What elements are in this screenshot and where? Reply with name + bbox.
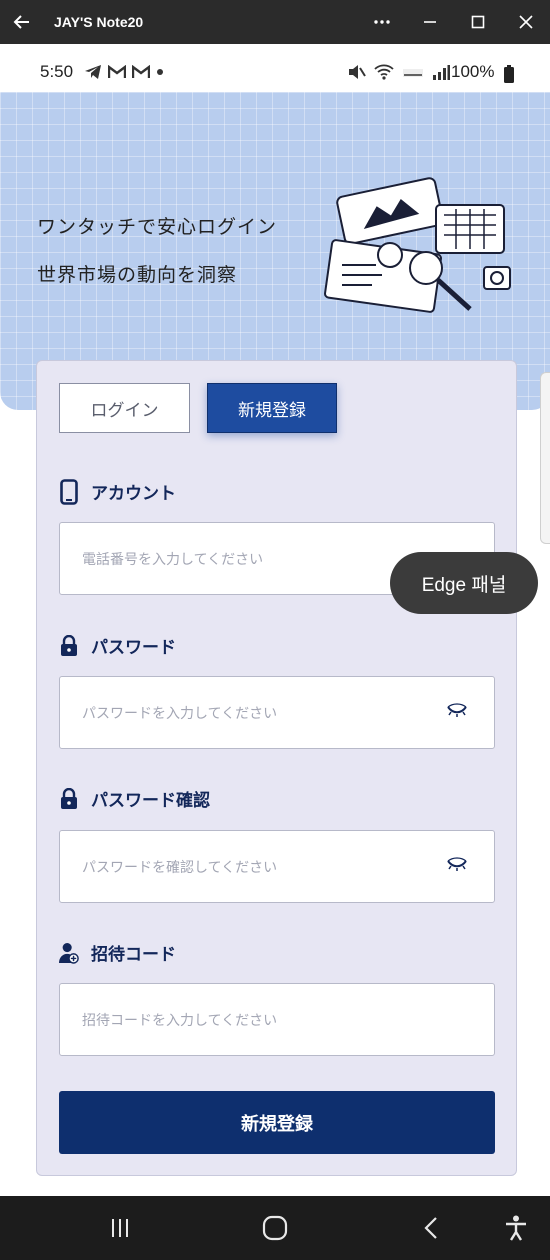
account-placeholder: 電話番号を入力してください bbox=[82, 551, 264, 568]
more-icon bbox=[374, 20, 390, 24]
battery-icon bbox=[504, 65, 514, 83]
password-placeholder: パスワードを入力してください bbox=[82, 705, 278, 722]
account-label: アカウント bbox=[59, 478, 176, 505]
battery-level: 100% bbox=[451, 62, 495, 81]
minimize-button[interactable] bbox=[406, 0, 454, 44]
window-back-button[interactable] bbox=[0, 0, 44, 44]
wifi-icon bbox=[374, 64, 394, 80]
password-label: パスワード bbox=[59, 633, 176, 658]
gmail-icon bbox=[108, 65, 126, 78]
register-submit-button[interactable]: 新規登録 bbox=[59, 1091, 495, 1154]
mute-icon bbox=[349, 65, 366, 79]
nav-back-icon bbox=[424, 1217, 437, 1239]
close-button[interactable] bbox=[502, 0, 550, 44]
status-time: 5:50 bbox=[40, 62, 74, 81]
home-icon bbox=[262, 1215, 288, 1241]
window-title-bar: JAY'S Note20 bbox=[0, 0, 550, 44]
tab-login[interactable]: ログイン bbox=[59, 383, 190, 433]
accessibility-button[interactable] bbox=[498, 1212, 534, 1244]
password-confirm-label: パスワード確認 bbox=[59, 786, 210, 811]
navigation-bar bbox=[0, 1196, 550, 1260]
recents-button[interactable] bbox=[102, 1212, 138, 1244]
close-icon bbox=[519, 15, 533, 29]
more-button[interactable] bbox=[358, 0, 406, 44]
invite-code-input[interactable]: 招待コードを入力してください bbox=[59, 983, 495, 1056]
eye-closed-icon[interactable] bbox=[446, 857, 468, 871]
register-card: ログイン 新規登録 アカウント 電話番号を入力してください パスワード パスワー… bbox=[36, 360, 517, 1176]
arrow-left-icon bbox=[13, 15, 29, 29]
accessibility-icon bbox=[506, 1215, 526, 1241]
maximize-button[interactable] bbox=[454, 0, 502, 44]
volte-icon bbox=[403, 69, 423, 77]
telegram-icon bbox=[85, 65, 101, 79]
eye-closed-icon[interactable] bbox=[446, 703, 468, 717]
invite-label: 招待コード bbox=[59, 940, 176, 965]
phone-icon bbox=[59, 478, 79, 505]
invite-label-text: 招待コード bbox=[91, 945, 176, 965]
status-bar: 5:50 100% bbox=[0, 44, 550, 92]
dot-icon bbox=[157, 69, 163, 75]
hero-headline: ワンタッチで安心ログイン bbox=[37, 216, 278, 238]
password-confirm-label-text: パスワード確認 bbox=[91, 791, 210, 811]
password-confirm-placeholder: パスワードを確認してください bbox=[82, 859, 278, 876]
password-label-text: パスワード bbox=[91, 638, 176, 658]
maximize-icon bbox=[471, 15, 485, 29]
nav-back-button[interactable] bbox=[413, 1212, 449, 1244]
lock-icon bbox=[59, 634, 79, 658]
user-add-icon bbox=[59, 941, 79, 965]
recents-icon bbox=[112, 1219, 128, 1237]
password-input[interactable]: パスワードを入力してください bbox=[59, 676, 495, 749]
invite-placeholder: 招待コードを入力してください bbox=[82, 1012, 278, 1029]
password-confirm-input[interactable]: パスワードを確認してください bbox=[59, 830, 495, 903]
edge-panel-tooltip[interactable]: Edge 패널 bbox=[390, 552, 538, 614]
signal-icon bbox=[433, 65, 450, 80]
gmail-icon bbox=[132, 65, 150, 78]
tab-register[interactable]: 新規登録 bbox=[207, 383, 337, 433]
finance-illustration-icon bbox=[324, 177, 511, 313]
lock-icon bbox=[59, 787, 79, 811]
window-title: JAY'S Note20 bbox=[54, 14, 144, 30]
minimize-icon bbox=[424, 21, 436, 23]
hero-subheadline: 世界市場の動向を洞察 bbox=[37, 264, 238, 286]
home-button[interactable] bbox=[257, 1212, 293, 1244]
edge-panel-handle[interactable] bbox=[540, 372, 550, 544]
account-label-text: アカウント bbox=[91, 484, 176, 504]
